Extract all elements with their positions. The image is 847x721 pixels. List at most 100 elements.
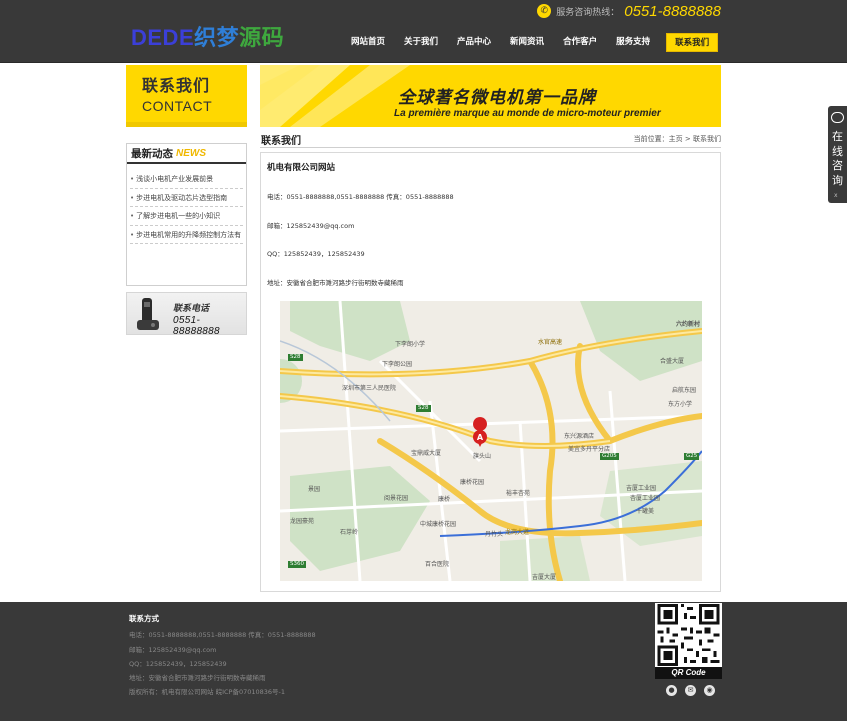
road-tag: S28 xyxy=(288,354,303,361)
bullet-icon: • xyxy=(130,230,135,239)
page-title: 联系我们 xyxy=(261,136,301,147)
nav-item-about[interactable]: 关于我们 xyxy=(396,33,446,52)
news-item[interactable]: • 了解步进电机一些的小知识 xyxy=(130,207,243,226)
banner-slogan: 全球著名微电机第一品牌 xyxy=(398,88,596,108)
map-graphic: A xyxy=(280,301,702,581)
nav-item-news[interactable]: 新闻资讯 xyxy=(502,33,552,52)
hotline-label: 服务咨询热线： xyxy=(556,7,620,18)
contact-phone-number: 0551-88888888 xyxy=(173,315,220,337)
site-header: DEDE 织梦 源码 ✆ 服务咨询热线： 0551-8888888 网站首页 关… xyxy=(0,0,847,63)
sidebar-banner-subtitle: CONTACT xyxy=(142,98,213,114)
online-consult-float[interactable]: 在 线 咨 询 x xyxy=(828,106,847,203)
main-nav: 网站首页 关于我们 产品中心 新闻资讯 合作客户 服务支持 联系我们 xyxy=(343,33,721,52)
map-place-label: 阅景花园 xyxy=(384,495,409,502)
news-title: 最新动态 xyxy=(131,147,173,160)
site-logo[interactable]: DEDE 织梦 源码 xyxy=(131,20,284,50)
main-banner: 全球著名微电机第一品牌 La première marque au monde … xyxy=(260,65,721,127)
footer-qq: QQ：125852439，125852439 xyxy=(129,660,227,668)
map-place-label: 东方小学 xyxy=(668,401,693,408)
contact-email-line: 邮箱：125852439@qq.com xyxy=(267,222,355,230)
map-marker-label: A xyxy=(477,433,484,442)
contact-content: 机电有限公司网站 电话：0551-8888888,0551-8888888 传真… xyxy=(260,152,721,592)
telephone-icon xyxy=(137,298,159,330)
news-item-label: 浅谈小电机产业发展前景 xyxy=(136,175,214,183)
road-tag: S360 xyxy=(288,561,306,568)
online-consult-label: 在 线 咨 询 xyxy=(830,130,845,188)
qr-code-image xyxy=(657,604,720,666)
consult-char: 线 xyxy=(832,144,843,158)
qr-code-label: QR Code xyxy=(655,667,722,679)
consult-char: 询 xyxy=(832,173,843,187)
map-place-label: 东兴源酒店 xyxy=(564,433,595,440)
news-item[interactable]: • 步进电机及驱动芯片选型指南 xyxy=(130,189,243,207)
map-place-label: 吉厦工业园 xyxy=(626,485,657,492)
contact-phone-card: 联系电话 0551-88888888 xyxy=(126,292,247,337)
news-panel-header: 最新动态 NEWS xyxy=(127,144,246,164)
section-header: 联系我们 当前位置：主页 > 联系我们 xyxy=(260,131,721,148)
qq-icon[interactable]: ● xyxy=(666,685,677,696)
chat-bubble-icon xyxy=(831,112,844,123)
bullet-icon: • xyxy=(130,212,135,220)
map-place-label: 吉厦大厦 xyxy=(532,574,557,581)
logo-text-dede: DEDE xyxy=(131,25,195,50)
map-place-label: 深圳市第三人民医院 xyxy=(342,385,397,392)
map-place-label: 石芽岭 xyxy=(340,529,359,536)
map-place-label: 杏厦工业园 xyxy=(630,495,661,502)
footer-title: 联系方式 xyxy=(129,614,159,623)
map-place-label: 合盛大厦 xyxy=(660,358,685,365)
map-place-label: 美宜多丹平分店 xyxy=(568,446,611,453)
map-place-label: 丹竹头 xyxy=(485,531,504,538)
map-place-label: 裕丰杏苑 xyxy=(506,490,531,497)
weibo-icon[interactable]: ◉ xyxy=(704,685,715,696)
logo-text-yuanma: 源码 xyxy=(239,25,285,50)
hotline-number: 0551-8888888 xyxy=(624,2,721,20)
map-place-label: 六约新村 xyxy=(676,321,701,328)
company-name: 机电有限公司网站 xyxy=(267,163,336,173)
map-place-label: 十罐美 xyxy=(636,508,655,515)
consult-char: 在 xyxy=(832,130,843,143)
nav-item-support[interactable]: 服务支持 xyxy=(608,33,658,52)
location-map[interactable]: A S28 S28 G25 G205 S360 水官高速 龙岗大道 下李朗小学 … xyxy=(280,301,702,581)
banner-slogan-fr: La première marque au monde de micro-mot… xyxy=(394,108,661,119)
map-road-label: 水官高速 xyxy=(538,339,563,346)
map-place-label: 宝鼎威大厦 xyxy=(411,450,442,457)
mail-icon[interactable]: ✉ xyxy=(685,685,696,696)
map-place-label: 中城康桥花园 xyxy=(420,521,457,528)
road-tag: G205 xyxy=(600,453,619,460)
map-place-label: 下李朗公园 xyxy=(382,361,413,368)
contact-qq-line: QQ：125852439，125852439 xyxy=(267,250,365,258)
map-place-label: 旗头山 xyxy=(473,453,492,460)
map-place-label: 龙园豪苑 xyxy=(290,518,315,525)
news-item[interactable]: • 步进电机常用的升降频控制方法有 xyxy=(130,226,243,244)
hotline: ✆ 服务咨询热线： 0551-8888888 xyxy=(537,2,721,20)
contact-phone-title: 联系电话 xyxy=(173,304,210,314)
breadcrumb: 当前位置：主页 > 联系我们 xyxy=(633,135,721,143)
nav-item-contact[interactable]: 联系我们 xyxy=(666,33,719,52)
nav-item-products[interactable]: 产品中心 xyxy=(449,33,499,52)
phone-icon: ✆ xyxy=(537,4,552,18)
close-float-button[interactable]: x xyxy=(834,192,838,199)
news-item[interactable]: • 浅谈小电机产业发展前景 xyxy=(130,170,243,189)
news-item-label: 步进电机常用的升降频控制方法有 xyxy=(136,230,242,239)
sidebar-banner-title: 联系我们 xyxy=(142,76,211,95)
road-tag: G25 xyxy=(684,453,700,460)
footer-address: 地址：安徽省合肥市濉河路步行街明数寺藏稀雨 xyxy=(129,674,266,682)
site-footer: 联系方式 电话：0551-8888888,0551-8888888 传真：055… xyxy=(0,602,847,721)
footer-phone: 电话：0551-8888888,0551-8888888 传真：0551-888… xyxy=(129,631,316,639)
news-item-label: 步进电机及驱动芯片选型指南 xyxy=(136,193,228,202)
contact-address-line: 地址：安徽省合肥市濉河路步行街明数寺藏稀雨 xyxy=(267,279,404,287)
logo-text-zhimeng: 织梦 xyxy=(194,25,240,50)
nav-item-home[interactable]: 网站首页 xyxy=(343,33,393,52)
sidebar-banner: 联系我们 CONTACT xyxy=(126,65,247,127)
news-title-en: NEWS xyxy=(176,147,206,159)
footer-email: 邮箱：125852439@qq.com xyxy=(129,646,217,654)
map-place-label: 康桥花园 xyxy=(460,479,485,486)
nav-item-partners[interactable]: 合作客户 xyxy=(555,33,605,52)
map-place-label: 下李朗小学 xyxy=(395,341,426,348)
map-place-label: 康桥 xyxy=(438,496,451,503)
road-tag: S28 xyxy=(416,405,431,412)
map-road-label: 龙岗大道 xyxy=(505,529,530,536)
consult-char: 咨 xyxy=(832,159,843,172)
footer-copyright: 版权所有：机电有限公司网站 皖ICP备07010836号-1 xyxy=(129,688,286,696)
contact-phone-line: 电话：0551-8888888,0551-8888888 传真：0551-888… xyxy=(267,193,454,201)
